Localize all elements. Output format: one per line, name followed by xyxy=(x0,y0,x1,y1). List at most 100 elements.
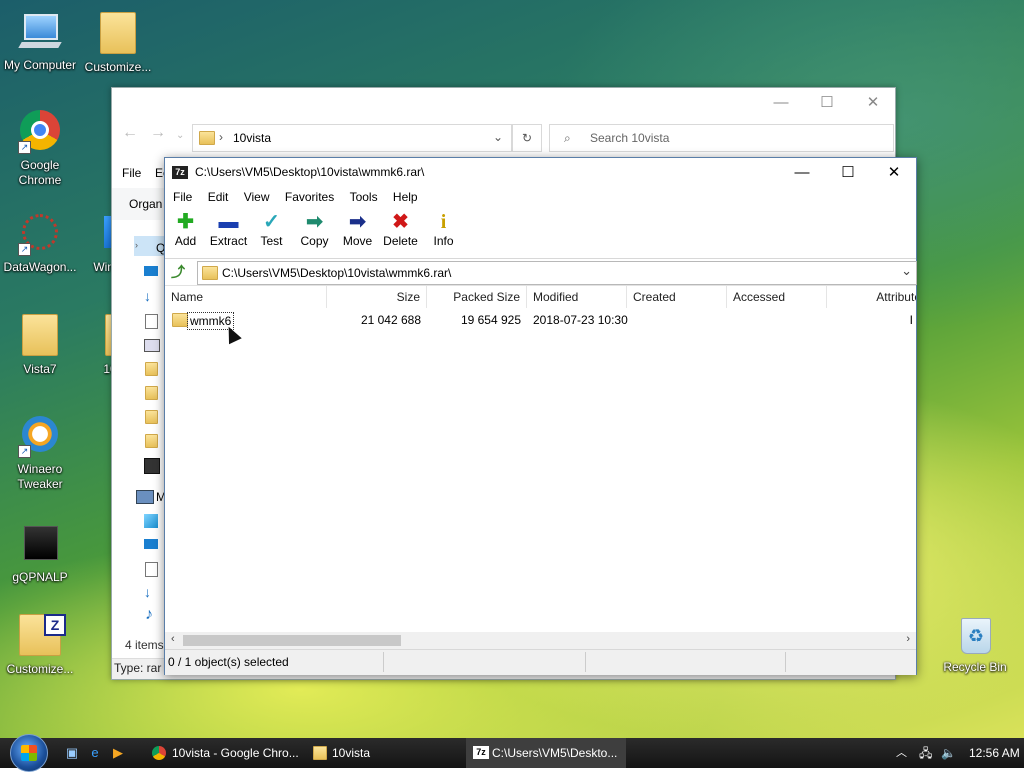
table-row[interactable]: wmmk6 21 042 688 19 654 925 2018-07-23 1… xyxy=(165,286,916,330)
document-nav-icon[interactable] xyxy=(145,314,158,329)
tray-overflow-chevron-icon[interactable]: ︿ xyxy=(896,738,907,768)
path-combobox[interactable]: C:\Users\VM5\Desktop\10vista\wmmk6.rar\ … xyxy=(197,261,917,285)
app-icon xyxy=(18,522,62,566)
shortcut-arrow-icon: ↗ xyxy=(18,141,31,154)
folder-nav-icon[interactable] xyxy=(145,410,158,424)
menu-edit[interactable]: Edit xyxy=(202,188,235,206)
refresh-icon[interactable]: ↻ xyxy=(512,124,542,152)
toolbar: ✚ Add ▬ Extract ✓ Test ➡ Copy ➡ Move ✖ D… xyxy=(165,208,916,259)
scroll-left-icon[interactable]: ‹ xyxy=(171,633,175,645)
move-button[interactable]: ➡ Move xyxy=(336,210,379,248)
desktop-icon-customize-2[interactable]: Z Customize... xyxy=(0,612,80,677)
7zip-logo-icon: 7z xyxy=(473,746,489,759)
minimize-button[interactable]: — xyxy=(758,88,804,118)
desktop-icon-vista7[interactable]: Vista7 xyxy=(0,312,80,377)
menu-favorites[interactable]: Favorites xyxy=(279,188,340,206)
delete-label: Delete xyxy=(383,234,418,248)
close-button[interactable]: ✕ xyxy=(850,88,896,118)
extract-button[interactable]: ▬ Extract xyxy=(207,210,250,248)
maximize-button[interactable]: ☐ xyxy=(804,88,850,118)
menu-tools[interactable]: Tools xyxy=(344,188,384,206)
media-player-icon[interactable]: ▶ xyxy=(110,746,126,760)
dropdown-chevron-icon[interactable]: ⌄ xyxy=(901,263,912,279)
recent-chevron-icon[interactable]: ⌄ xyxy=(176,130,184,141)
dropdown-chevron-icon[interactable]: ⌄ xyxy=(493,130,503,144)
status-text: 0 / 1 object(s) selected xyxy=(168,655,289,669)
info-button[interactable]: i Info xyxy=(422,210,465,248)
download-nav-icon[interactable]: ↓ xyxy=(144,288,151,304)
copy-button[interactable]: ➡ Copy xyxy=(293,210,336,248)
folder-icon xyxy=(18,314,62,358)
desktop-icon-label: Vista7 xyxy=(23,362,57,376)
explorer-items-count: 4 items xyxy=(125,638,164,652)
desktop-icon-customize-1[interactable]: Customize... xyxy=(78,10,158,75)
desktop-nav-icon[interactable] xyxy=(144,266,158,276)
menu-view[interactable]: View xyxy=(238,188,276,206)
taskbar-item-chrome[interactable]: 10vista - Google Chro... xyxy=(146,738,300,768)
back-arrow-icon[interactable]: ← xyxy=(122,124,138,142)
copy-icon: ➡ xyxy=(306,211,323,233)
explorer-menu-file[interactable]: File xyxy=(122,166,141,180)
path-bar: ⤴ C:\Users\VM5\Desktop\10vista\wmmk6.rar… xyxy=(165,259,917,286)
desktop-icon-gqpnalp[interactable]: gQPNALP xyxy=(0,522,80,585)
start-button[interactable] xyxy=(10,734,48,772)
shortcut-arrow-icon: ↗ xyxy=(18,445,31,458)
minimize-button[interactable]: — xyxy=(779,158,825,188)
desktop-icon-my-computer[interactable]: My Computer xyxy=(0,10,80,73)
taskbar-item-7zip[interactable]: 7z C:\Users\VM5\Deskto... xyxy=(466,738,626,768)
explorer-organize-button[interactable]: Organ xyxy=(129,197,162,211)
3d-objects-icon[interactable] xyxy=(144,514,158,528)
desktop-nav-icon[interactable] xyxy=(144,539,158,549)
show-desktop-icon[interactable]: ▣ xyxy=(64,746,80,760)
menu-file[interactable]: File xyxy=(167,188,198,206)
clock[interactable]: 12:56 AM xyxy=(969,738,1020,768)
picture-nav-icon[interactable] xyxy=(144,339,160,352)
taskbar-item-explorer[interactable]: 10vista xyxy=(306,738,460,768)
video-nav-icon[interactable] xyxy=(144,458,160,474)
status-bar: 0 / 1 object(s) selected xyxy=(165,649,916,675)
ie-icon[interactable]: e xyxy=(87,746,103,760)
folder-nav-icon[interactable] xyxy=(145,386,158,400)
maximize-button[interactable]: ☐ xyxy=(825,158,871,188)
desktop-icon-winaero-tweaker[interactable]: ↗ Winaero Tweaker xyxy=(0,414,80,492)
scroll-right-icon[interactable]: › xyxy=(906,633,910,645)
taskbar-item-label: C:\Users\VM5\Deskto... xyxy=(492,746,618,760)
copy-label: Copy xyxy=(300,234,329,248)
explorer-search-input[interactable]: ⌕ Search 10vista xyxy=(549,124,894,152)
horizontal-scrollbar[interactable]: ‹ › xyxy=(165,632,916,649)
add-icon: ✚ xyxy=(177,211,194,233)
title-bar[interactable]: 7z C:\Users\VM5\Desktop\10vista\wmmk6.ra… xyxy=(165,158,916,188)
extract-label: Extract xyxy=(209,234,248,248)
desktop-icon-datawagon[interactable]: ↗ DataWagon... xyxy=(0,212,80,275)
row-size: 21 042 688 xyxy=(360,313,421,327)
forward-arrow-icon[interactable]: → xyxy=(150,124,166,142)
taskbar: ▣ e ▶ 10vista - Google Chro... 10vista 7… xyxy=(0,734,1024,772)
menu-help[interactable]: Help xyxy=(387,188,424,206)
7zip-window: 7z C:\Users\VM5\Desktop\10vista\wmmk6.ra… xyxy=(164,157,917,675)
desktop-icon-label: Google Chrome xyxy=(18,158,62,187)
expand-chevron-icon[interactable]: › xyxy=(135,240,138,250)
desktop-icon-label: gQPNALP xyxy=(12,570,68,584)
delete-button[interactable]: ✖ Delete xyxy=(379,210,422,248)
desktop-icon-recycle-bin[interactable]: ♻ Recycle Bin xyxy=(935,612,1015,675)
explorer-address-bar[interactable]: › 10vista ⌄ xyxy=(192,124,512,152)
this-pc-icon[interactable] xyxy=(136,490,154,504)
folder-up-icon[interactable]: ⤴ xyxy=(167,262,189,282)
network-icon[interactable]: 🖧 xyxy=(919,738,932,768)
add-button[interactable]: ✚ Add xyxy=(164,210,207,248)
search-placeholder: Search 10vista xyxy=(590,131,670,145)
music-nav-icon[interactable]: ♪ xyxy=(145,606,153,624)
winaero-icon: ↗ xyxy=(18,414,62,458)
download-nav-icon[interactable]: ↓ xyxy=(144,584,151,600)
taskbar-item-label: 10vista xyxy=(332,746,371,760)
folder-nav-icon[interactable] xyxy=(145,434,158,448)
scrollbar-thumb[interactable] xyxy=(183,635,401,646)
document-nav-icon[interactable] xyxy=(145,562,158,577)
desktop-icon-label: Customize... xyxy=(6,662,74,676)
test-button[interactable]: ✓ Test xyxy=(250,210,293,248)
volume-icon[interactable]: 🔈 xyxy=(941,738,956,768)
folder-nav-icon[interactable] xyxy=(145,362,158,376)
close-button[interactable]: ✕ xyxy=(871,158,917,188)
desktop-icon-google-chrome[interactable]: ↗ Google Chrome xyxy=(0,110,80,188)
desktop-icon-label: My Computer xyxy=(3,58,77,72)
